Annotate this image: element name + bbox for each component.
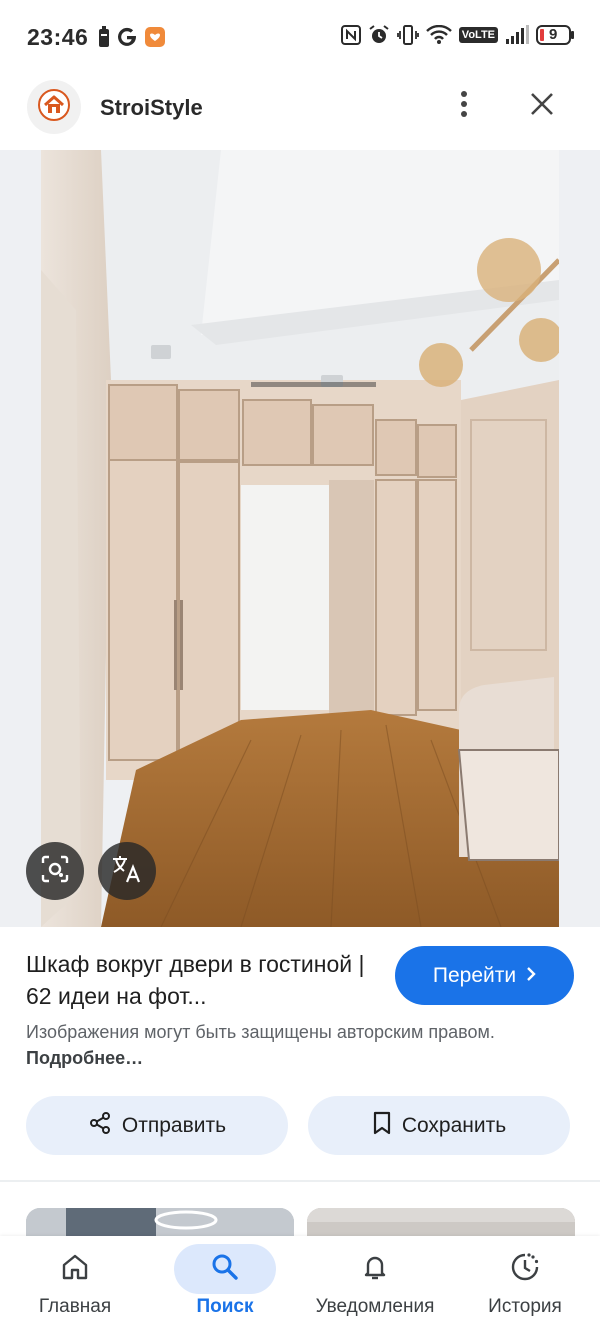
section-divider: [0, 1180, 600, 1182]
battery-level: 9: [549, 26, 558, 43]
bookmark-icon: [372, 1111, 392, 1141]
nav-icon-wrapper: [324, 1244, 426, 1294]
status-right-icons: VoLTE 9: [340, 24, 576, 46]
close-icon: [530, 92, 554, 121]
result-image[interactable]: [41, 150, 559, 927]
save-label: Сохранить: [401, 1113, 507, 1137]
share-label: Отправить: [121, 1113, 227, 1137]
wifi-icon: [425, 25, 452, 45]
nav-icon-wrapper: [474, 1244, 576, 1294]
copyright-notice: Изображения могут быть защищены авторски…: [26, 1019, 546, 1071]
result-title[interactable]: Шкаф вокруг двери в гостиной | 62 идеи н…: [26, 948, 386, 1012]
status-left-icons: [98, 26, 166, 48]
more-options-button[interactable]: [448, 88, 480, 124]
status-time: 23:46: [27, 24, 89, 50]
google-icon: [116, 26, 138, 48]
visit-button[interactable]: Перейти: [395, 946, 574, 1005]
battery-saver-icon: [98, 26, 110, 48]
learn-more-link[interactable]: Подробнее…: [26, 1048, 143, 1068]
nav-icon-wrapper: [174, 1244, 276, 1294]
translate-icon: [111, 854, 143, 889]
alarm-icon: [368, 24, 390, 46]
nav-search[interactable]: Поиск: [150, 1236, 300, 1325]
source-header: StroiStyle: [0, 78, 600, 150]
nav-history[interactable]: История: [450, 1236, 600, 1325]
save-button[interactable]: Сохранить: [308, 1096, 570, 1155]
volte-icon: VoLTE: [458, 27, 498, 43]
close-button[interactable]: [524, 88, 560, 124]
share-icon: [88, 1111, 112, 1141]
lens-button[interactable]: [26, 842, 84, 900]
image-viewer: [0, 150, 600, 927]
house-icon: [38, 88, 70, 126]
vibrate-icon: [396, 24, 419, 46]
bottom-navigation: Главная Поиск Уведомления История: [0, 1236, 600, 1325]
more-vert-icon: [460, 90, 468, 123]
share-button[interactable]: Отправить: [26, 1096, 288, 1155]
battery-icon: 9: [536, 24, 576, 46]
visit-label: Перейти: [432, 963, 517, 987]
volte-label: VoLTE: [461, 29, 495, 41]
home-icon: [60, 1252, 90, 1287]
nav-notifications[interactable]: Уведомления: [300, 1236, 450, 1325]
nav-label: Поиск: [196, 1296, 254, 1317]
history-icon: [509, 1251, 541, 1288]
chevron-right-icon: [526, 964, 536, 988]
status-bar: 23:46 VoLTE 9: [0, 0, 600, 78]
copyright-text: Изображения могут быть защищены авторски…: [26, 1022, 495, 1042]
app-notification-icon: [144, 26, 166, 48]
bell-icon: [360, 1252, 390, 1287]
nav-home[interactable]: Главная: [0, 1236, 150, 1325]
lens-icon: [40, 854, 70, 889]
search-icon: [210, 1252, 240, 1287]
nav-label: История: [488, 1296, 562, 1317]
site-name[interactable]: StroiStyle: [100, 95, 203, 121]
nav-icon-wrapper: [24, 1244, 126, 1294]
translate-button[interactable]: [98, 842, 156, 900]
nav-label: Уведомления: [315, 1296, 435, 1317]
site-logo[interactable]: [27, 80, 81, 134]
signal-icon: [505, 25, 529, 45]
nav-label: Главная: [38, 1296, 112, 1317]
nfc-icon: [340, 25, 361, 45]
